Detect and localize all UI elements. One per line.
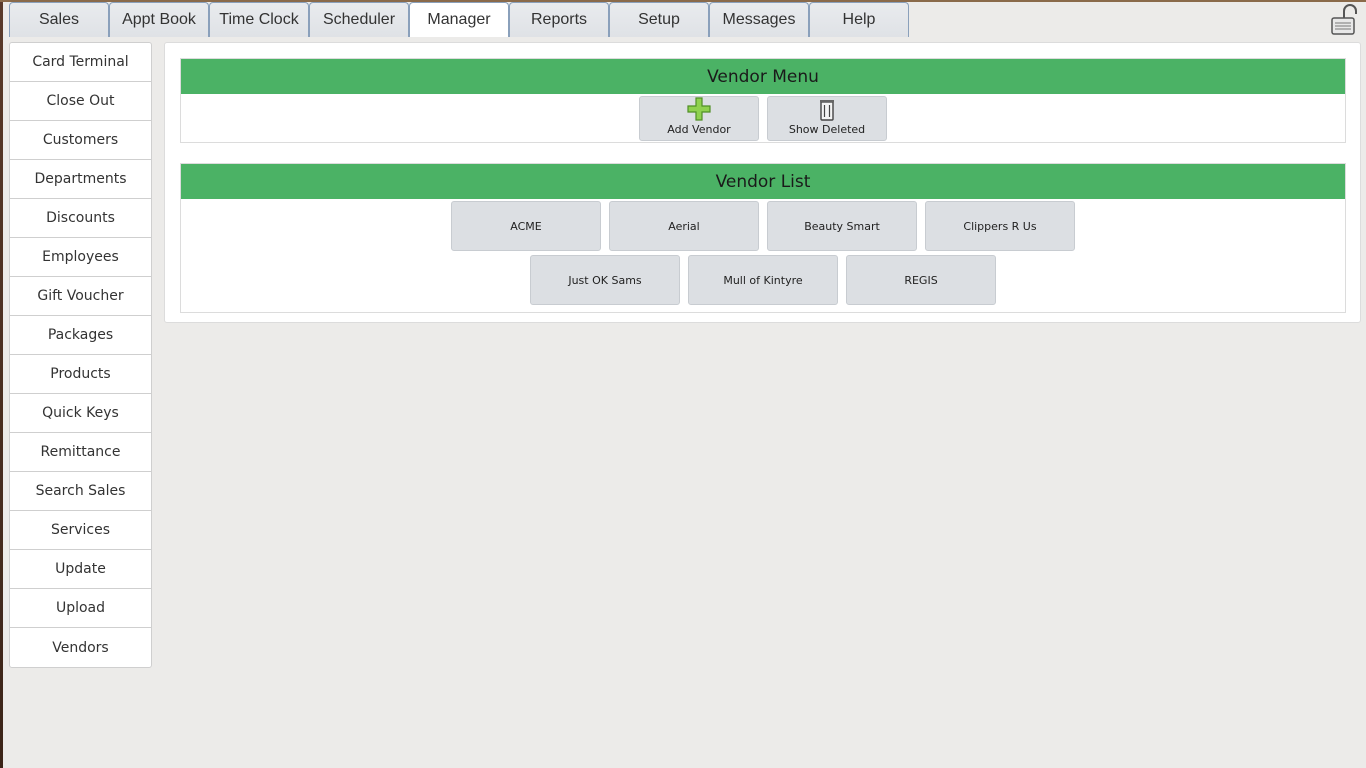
vendor-button-aerial[interactable]: Aerial: [609, 201, 759, 251]
manager-sidebar: Card Terminal Close Out Customers Depart…: [9, 42, 152, 668]
vendor-button-regis[interactable]: REGIS: [846, 255, 996, 305]
add-vendor-button[interactable]: Add Vendor: [639, 96, 759, 141]
vendor-menu-header: Vendor Menu: [181, 59, 1345, 94]
sidebar-item-gift-voucher[interactable]: Gift Voucher: [10, 277, 151, 316]
main-panel: Vendor Menu Add Vendor Show Deleted Vend…: [164, 42, 1361, 323]
sidebar-item-employees[interactable]: Employees: [10, 238, 151, 277]
tab-sales[interactable]: Sales: [9, 2, 109, 37]
vendor-grid: ACME Aerial Beauty Smart Clippers R Us J…: [181, 199, 1345, 312]
sidebar-item-upload[interactable]: Upload: [10, 589, 151, 628]
green-plus-icon: [687, 97, 711, 121]
tab-time-clock[interactable]: Time Clock: [209, 2, 309, 37]
sidebar-item-departments[interactable]: Departments: [10, 160, 151, 199]
vendor-button-clippers-r-us[interactable]: Clippers R Us: [925, 201, 1075, 251]
sidebar-item-quick-keys[interactable]: Quick Keys: [10, 394, 151, 433]
sidebar-item-customers[interactable]: Customers: [10, 121, 151, 160]
unlocked-padlock-icon[interactable]: [1330, 4, 1360, 36]
sidebar-item-discounts[interactable]: Discounts: [10, 199, 151, 238]
tab-reports[interactable]: Reports: [509, 2, 609, 37]
vendor-list-header: Vendor List: [181, 164, 1345, 199]
tab-setup[interactable]: Setup: [609, 2, 709, 37]
add-vendor-label: Add Vendor: [667, 123, 731, 136]
tab-messages[interactable]: Messages: [709, 2, 809, 37]
window-edge: [0, 0, 3, 768]
vendor-menu-actions: Add Vendor Show Deleted: [181, 94, 1345, 142]
vendor-button-beauty-smart[interactable]: Beauty Smart: [767, 201, 917, 251]
tab-help[interactable]: Help: [809, 2, 909, 37]
sidebar-item-products[interactable]: Products: [10, 355, 151, 394]
sidebar-item-remittance[interactable]: Remittance: [10, 433, 151, 472]
tab-scheduler[interactable]: Scheduler: [309, 2, 409, 37]
sidebar-item-close-out[interactable]: Close Out: [10, 82, 151, 121]
show-deleted-label: Show Deleted: [788, 123, 866, 136]
trash-can-icon: [820, 100, 834, 121]
tab-appt-book[interactable]: Appt Book: [109, 2, 209, 37]
vendor-menu-section: Vendor Menu Add Vendor Show Deleted: [180, 58, 1346, 143]
sidebar-item-card-terminal[interactable]: Card Terminal: [10, 43, 151, 82]
sidebar-item-search-sales[interactable]: Search Sales: [10, 472, 151, 511]
top-tab-bar: Sales Appt Book Time Clock Scheduler Man…: [9, 2, 909, 37]
vendor-list-section: Vendor List ACME Aerial Beauty Smart Cli…: [180, 163, 1346, 313]
vendor-button-mull-of-kintyre[interactable]: Mull of Kintyre: [688, 255, 838, 305]
sidebar-item-vendors[interactable]: Vendors: [10, 628, 151, 667]
show-deleted-button[interactable]: Show Deleted: [767, 96, 887, 141]
tab-manager[interactable]: Manager: [409, 2, 509, 37]
vendor-button-just-ok-sams[interactable]: Just OK Sams: [530, 255, 680, 305]
vendor-row: Just OK Sams Mull of Kintyre REGIS: [181, 255, 1345, 305]
vendor-button-acme[interactable]: ACME: [451, 201, 601, 251]
vendor-row: ACME Aerial Beauty Smart Clippers R Us: [181, 201, 1345, 251]
sidebar-item-packages[interactable]: Packages: [10, 316, 151, 355]
sidebar-item-update[interactable]: Update: [10, 550, 151, 589]
sidebar-item-services[interactable]: Services: [10, 511, 151, 550]
